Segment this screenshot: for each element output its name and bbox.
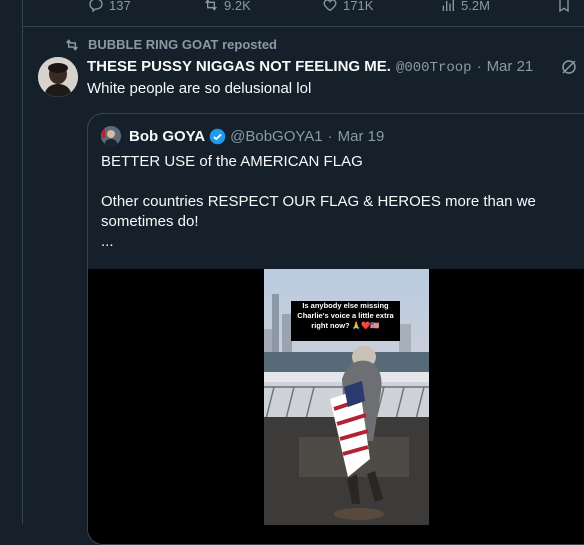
quoted-tweet-body: BETTER USE of the AMERICAN FLAG Other co… bbox=[101, 152, 571, 252]
quoted-author-handle[interactable]: @BobGOYA1 bbox=[230, 128, 323, 145]
reply-icon bbox=[89, 0, 103, 13]
views-icon bbox=[442, 0, 454, 11]
repost-icon bbox=[205, 0, 217, 11]
bookmark-button[interactable] bbox=[556, 0, 577, 13]
repost-icon bbox=[66, 38, 78, 51]
like-count: 171K bbox=[343, 0, 374, 13]
repost-count: 9.2K bbox=[224, 0, 251, 13]
quoted-text-line-1: BETTER USE of the AMERICAN FLAG bbox=[101, 153, 363, 170]
tweet-header: THESE PUSSY NIGGAS NOT FEELING ME. @000T… bbox=[87, 58, 533, 76]
video-caption: Is anybody else missing Charlie's voice … bbox=[291, 301, 400, 341]
author-handle[interactable]: @000Troop bbox=[396, 60, 472, 76]
dot-separator: · bbox=[327, 127, 333, 145]
quoted-media[interactable]: Is anybody else missing Charlie's voice … bbox=[88, 269, 584, 544]
quoted-tweet[interactable]: Bob GOYA @BobGOYA1 · Mar 19 BETTER USE o… bbox=[87, 113, 584, 545]
bookmark-icon bbox=[559, 0, 569, 13]
like-button[interactable]: 171K bbox=[322, 0, 373, 13]
dot-separator: · bbox=[476, 58, 482, 75]
quoted-tweet-header: Bob GOYA @BobGOYA1 · Mar 19 bbox=[101, 126, 384, 146]
reply-count: 137 bbox=[109, 0, 131, 13]
quoted-author-name[interactable]: Bob GOYA bbox=[129, 128, 205, 145]
reply-button[interactable]: 137 bbox=[88, 0, 131, 13]
previous-tweet-action-bar: 137 9.2K 171K 5.2M bbox=[0, 0, 584, 22]
quoted-author-avatar[interactable] bbox=[101, 126, 121, 146]
video-player[interactable]: Is anybody else missing Charlie's voice … bbox=[264, 269, 429, 525]
thread-line bbox=[22, 0, 23, 524]
author-name[interactable]: THESE PUSSY NIGGAS NOT FEELING ME. bbox=[87, 58, 391, 75]
verified-badge-icon bbox=[209, 128, 226, 144]
repost-indicator[interactable]: BUBBLE RING GOAT reposted bbox=[64, 37, 277, 52]
avatar-image bbox=[38, 57, 78, 97]
show-more-ellipsis[interactable]: ... bbox=[101, 232, 571, 252]
tweet-text: White people are so delusional lol bbox=[87, 80, 312, 97]
tweet-date[interactable]: Mar 21 bbox=[487, 58, 534, 75]
quoted-tweet-date[interactable]: Mar 19 bbox=[338, 128, 385, 145]
repost-button[interactable]: 9.2K bbox=[203, 0, 251, 13]
heart-icon bbox=[323, 0, 337, 12]
grok-icon[interactable] bbox=[560, 58, 578, 76]
quoted-text-line-2: Other countries RESPECT OUR FLAG & HEROE… bbox=[101, 193, 536, 230]
view-count: 5.2M bbox=[461, 0, 490, 13]
author-avatar[interactable] bbox=[38, 57, 78, 97]
tweet-separator bbox=[23, 26, 584, 27]
quoted-avatar-image bbox=[101, 126, 121, 146]
repost-label: BUBBLE RING GOAT reposted bbox=[88, 37, 277, 52]
views-button[interactable]: 5.2M bbox=[440, 0, 490, 13]
